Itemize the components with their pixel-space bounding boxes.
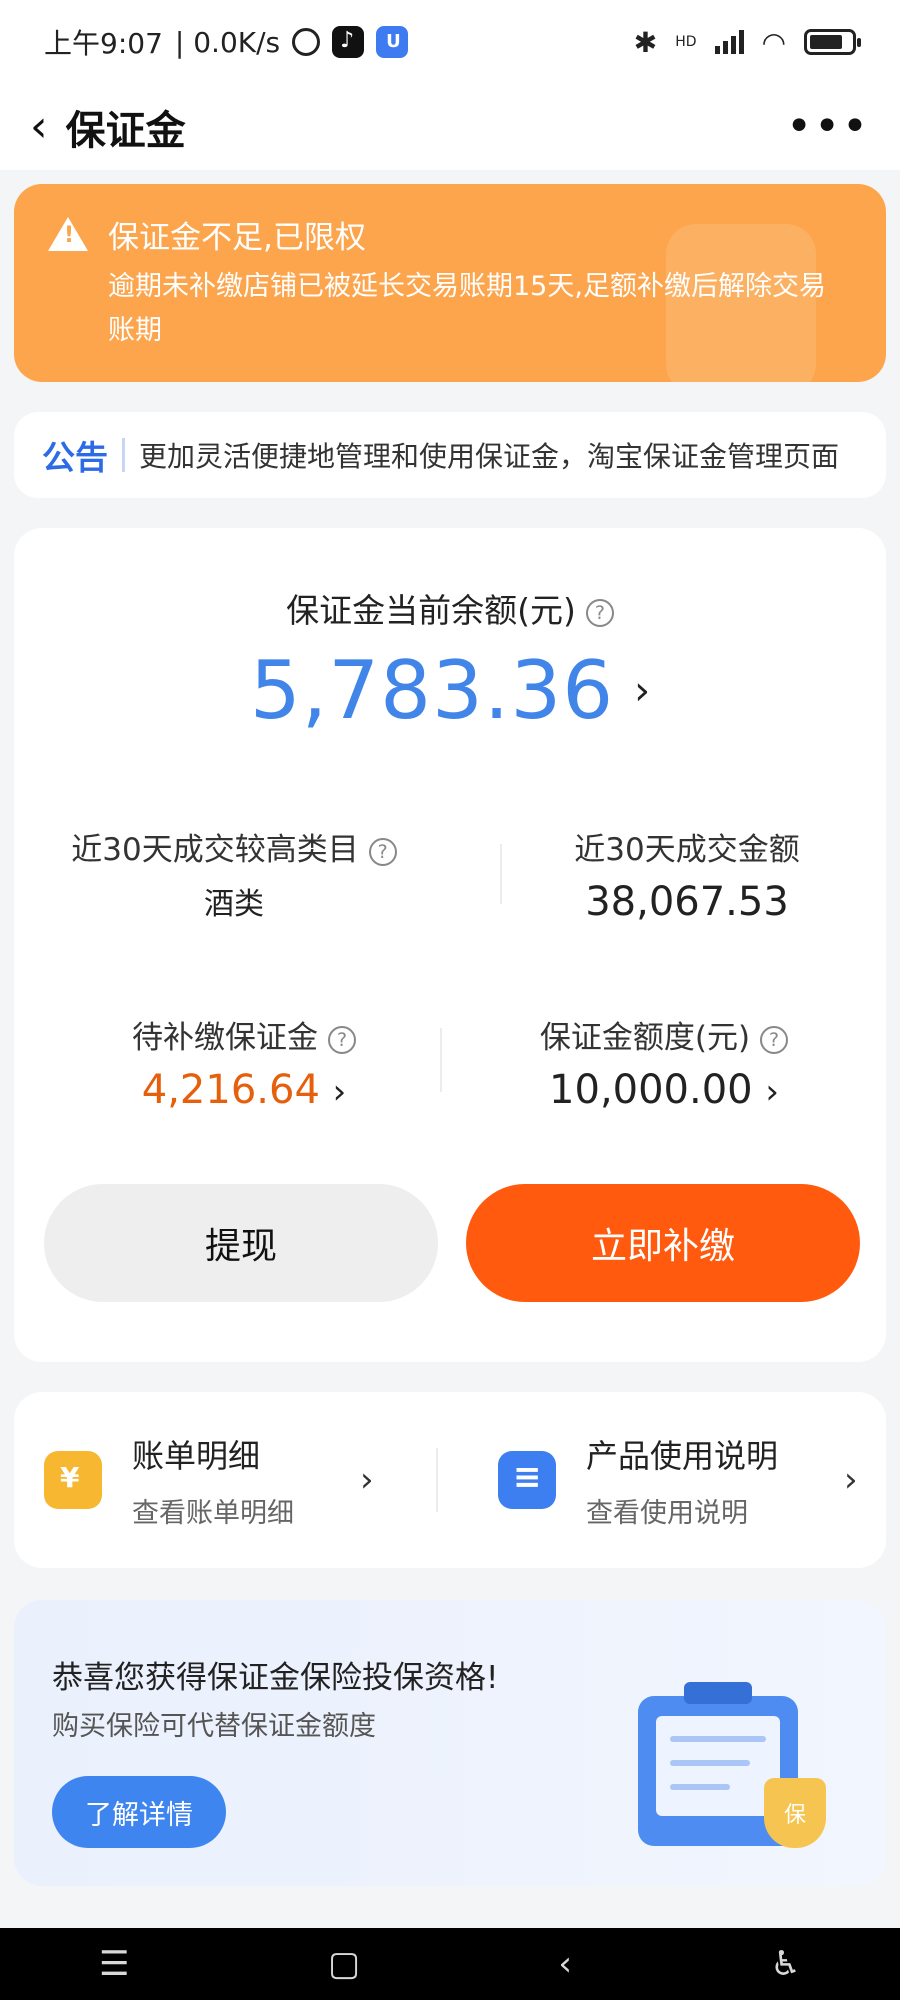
chevron-right-icon: › [332,1072,347,1112]
signal-icon [714,30,744,54]
chevron-right-icon[interactable]: › [360,1460,374,1500]
top-category-label: 近30天成交较高类目 [71,832,359,868]
warning-icon [48,216,88,253]
top-category-stat: 近30天成交较高类目? 酒类 [54,824,414,923]
warning-title: 保证金不足,已限权 [108,220,366,256]
pay-now-button[interactable]: 立即补缴 [466,1184,860,1302]
quota-label-row: 保证金额度(元)? [484,1012,844,1057]
help-icon[interactable]: ? [760,1025,789,1054]
home-icon[interactable]: ▢ [328,1944,360,1984]
bill-details-entry[interactable]: 账单明细 查看账单明细 [44,1430,294,1530]
header-left: ‹ 保证金 [30,98,186,156]
help-icon[interactable]: ? [368,837,397,866]
back-arrow-icon[interactable]: ‹ [30,105,48,149]
chevron-right-icon[interactable]: › [634,668,650,714]
hd-badge: HD [675,34,697,50]
menu-icon[interactable]: ☰ [99,1944,129,1984]
learn-more-button[interactable]: 了解详情 [52,1776,226,1848]
network-speed: | 0.0K/s [174,25,281,59]
page-title: 保证金 [65,108,186,154]
bill-title: 账单明细 [132,1436,261,1475]
withdraw-button[interactable]: 提现 [44,1184,438,1302]
help-icon[interactable]: ? [585,598,614,627]
header: ‹ 保证金 ••• [0,84,900,170]
house-decoration [666,224,816,382]
balance-value[interactable]: 5,783.36 [250,644,614,737]
document-icon [498,1451,556,1509]
bluetooth-icon: ✱ [633,25,658,59]
status-left: 上午9:07 | 0.0K/s [44,22,409,62]
status-right: ✱ HD ◠ [633,25,861,59]
chevron-right-icon: › [765,1072,779,1112]
status-bar: 上午9:07 | 0.0K/s ✱ HD ◠ [0,0,900,84]
trade-amount-label: 近30天成交金额 [574,832,800,868]
balance-label: 保证金当前余额(元) [286,591,576,630]
shield-text: 保 [783,1803,806,1828]
notification-app-icon [376,26,409,58]
balance-row[interactable]: 5,783.36 › [14,644,886,737]
balance-label-row: 保证金当前余额(元)? [14,584,886,632]
status-time: 上午9:07 [44,27,163,60]
product-guide-entry[interactable]: 产品使用说明 查看使用说明 [498,1430,778,1530]
deposit-summary-card: 保证金当前余额(元)? 5,783.36 › 近30天成交较高类目? 酒类 近3… [14,528,886,1362]
pending-label-row: 待补缴保证金? [84,1012,404,1057]
pending-value: 4,216.64 [141,1067,320,1113]
shield-icon: 保 [764,1778,826,1848]
system-navigation-bar: ☰ ▢ ‹ ♿ [0,1928,900,2000]
quota-value: 10,000.00 [549,1067,753,1113]
warning-banner: 保证金不足,已限权 逾期未补缴店铺已被延长交易账期15天,足额补缴后解除交易账期 [14,184,886,382]
clipboard-paper [656,1716,780,1816]
announcement-tag: 公告 [42,438,108,477]
back-icon[interactable]: ‹ [558,1944,572,1984]
battery-icon [804,29,861,55]
tiktok-app-icon [332,26,365,58]
wifi-icon: ◠ [761,25,786,59]
top-category-value: 酒类 [204,887,264,922]
receipt-icon [44,1451,102,1509]
insurance-subtitle: 购买保险可代替保证金额度 [52,1711,376,1742]
guide-subtitle: 查看使用说明 [586,1497,748,1529]
guide-text: 产品使用说明 查看使用说明 [586,1431,778,1530]
stat-divider [440,1028,442,1092]
divider [122,438,125,472]
bill-subtitle: 查看账单明细 [132,1497,294,1529]
clipboard-clip [684,1682,752,1704]
insurance-title: 恭喜您获得保证金保险投保资格! [52,1660,499,1696]
help-icon[interactable]: ? [328,1025,356,1054]
alarm-icon [292,28,321,56]
quota-label: 保证金额度(元) [539,1020,751,1056]
entries-card: 账单明细 查看账单明细 › 产品使用说明 查看使用说明 › [14,1392,886,1568]
stat-divider [500,844,502,904]
chevron-right-icon[interactable]: › [844,1460,858,1500]
pending-value-row[interactable]: 4,216.64 › [84,1067,404,1113]
announcement-bar[interactable]: 公告 更加灵活便捷地管理和使用保证金，淘宝保证金管理页面 [14,412,886,498]
insurance-card: 恭喜您获得保证金保险投保资格! 购买保险可代替保证金额度 了解详情 保 [14,1600,886,1886]
pending-deposit-stat[interactable]: 待补缴保证金? 4,216.64 › [84,1012,404,1113]
trade-amount-value: 38,067.53 [585,879,789,925]
more-options-icon[interactable]: ••• [786,105,870,149]
guide-title: 产品使用说明 [586,1436,779,1475]
pending-label: 待补缴保证金 [132,1020,318,1056]
accessibility-icon[interactable]: ♿ [770,1944,800,1984]
announcement-text: 更加灵活便捷地管理和使用保证金，淘宝保证金管理页面 [139,440,840,473]
quota-value-row[interactable]: 10,000.00 › [484,1067,844,1113]
trade-amount-stat: 近30天成交金额 38,067.53 [512,824,862,925]
bill-text: 账单明细 查看账单明细 [132,1431,294,1530]
deposit-quota-stat[interactable]: 保证金额度(元)? 10,000.00 › [484,1012,844,1113]
top-category-label-row: 近30天成交较高类目? [54,824,414,869]
entry-divider [436,1448,438,1512]
